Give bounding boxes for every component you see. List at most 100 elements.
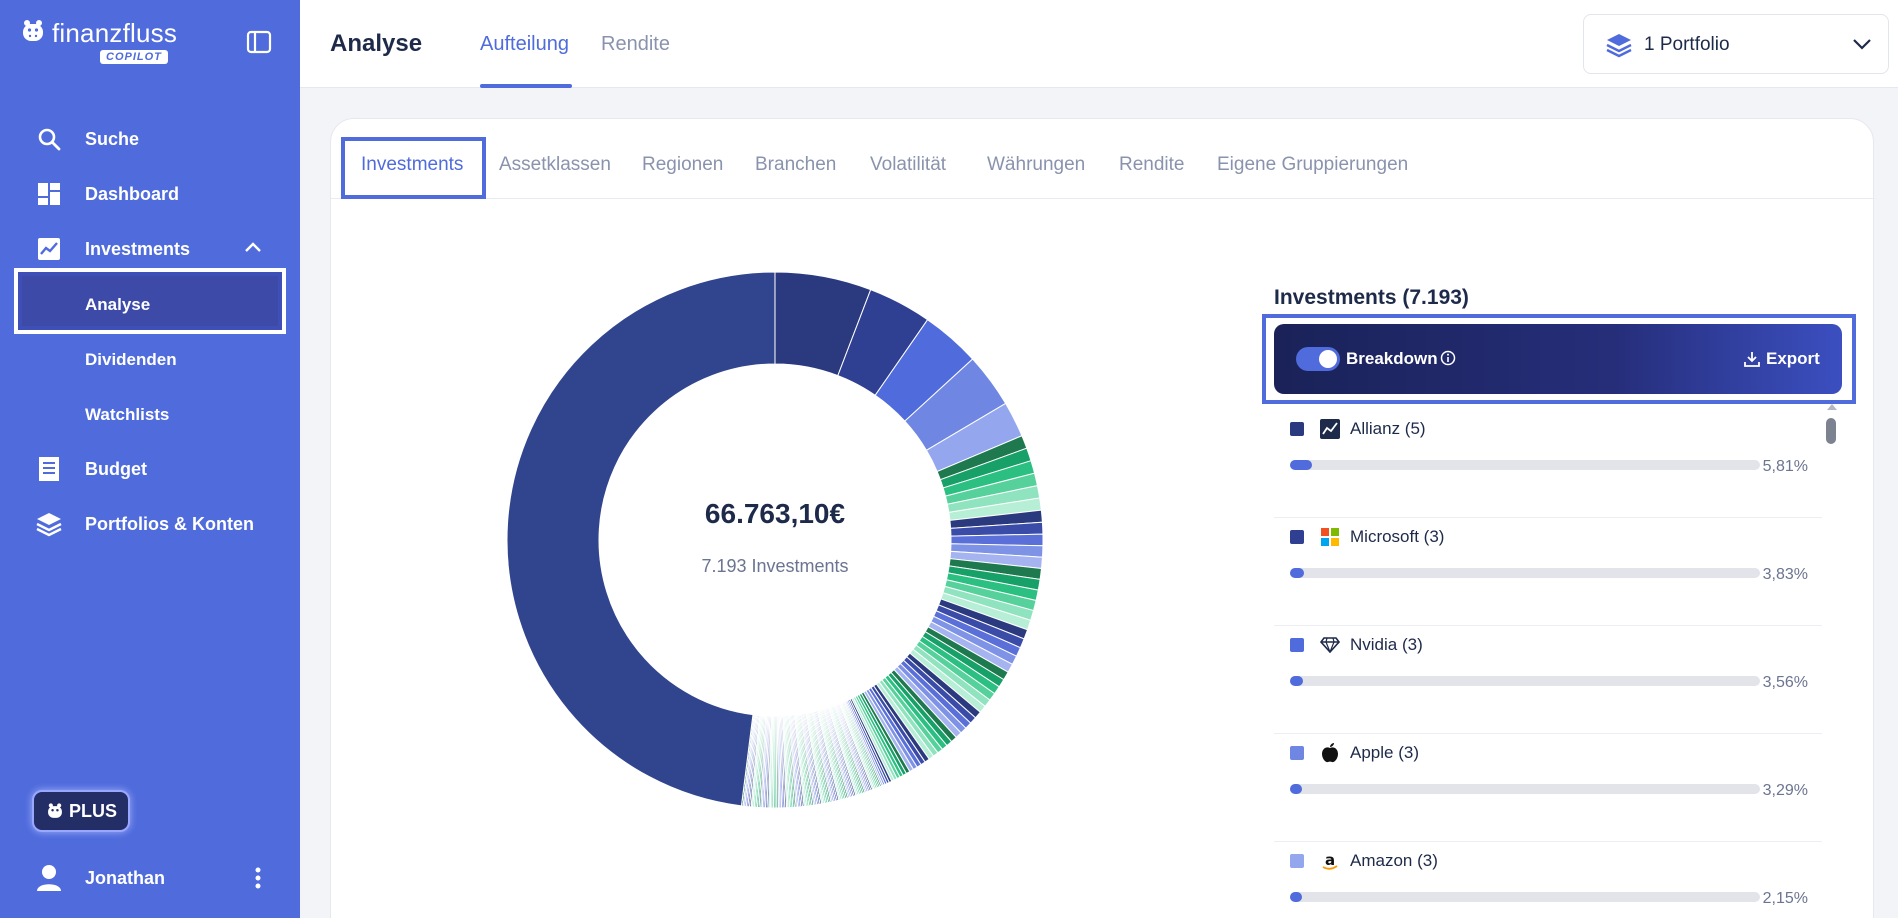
item-name: Amazon (3): [1350, 851, 1438, 870]
progress-fill: [1290, 676, 1304, 686]
list-item[interactable]: Apple (3) 3,29%: [1274, 734, 1822, 842]
info-icon[interactable]: [1440, 350, 1456, 366]
download-icon: [1744, 352, 1760, 367]
microsoft-logo-icon: [1320, 527, 1340, 547]
sidebar-item-portfolios-konten[interactable]: Portfolios & Konten: [0, 500, 300, 548]
chevron-down-icon: [1853, 39, 1871, 50]
scroll-up-arrow-icon[interactable]: [1826, 402, 1838, 412]
user-avatar-icon: [37, 865, 61, 891]
scrollbar-thumb[interactable]: [1826, 418, 1836, 444]
sidebar-subitem-watchlists[interactable]: Watchlists: [85, 405, 169, 425]
donut-total-value: 66.763,10€: [704, 498, 846, 529]
item-percent: 3,83%: [1762, 566, 1808, 583]
list-item[interactable]: Nvidia (3) 3,56%: [1274, 626, 1822, 734]
donut-chart[interactable]: 66.763,10€ 7.193 Investments: [505, 270, 1045, 810]
subtabs: Investments Assetklassen Regionen Branch…: [331, 119, 1875, 199]
donut-slice-rest[interactable]: [506, 271, 776, 807]
subtab-eigene-gruppierungen[interactable]: Eigene Gruppierungen: [1217, 154, 1408, 176]
breakdown-label: Breakdown: [1346, 349, 1438, 368]
item-name: Microsoft (3): [1350, 527, 1445, 546]
list-item[interactable]: Microsoft (3) 3,83%: [1274, 518, 1822, 626]
investments-list-title: Investments (7.193): [1274, 286, 1469, 309]
sidebar-item-label: Portfolios & Konten: [85, 513, 254, 534]
portfolio-select-value: 1 Portfolio: [1644, 34, 1730, 55]
portfolio-select[interactable]: 1 Portfolio: [1583, 14, 1889, 74]
search-icon: [36, 126, 62, 152]
plus-label: PLUS: [68, 800, 117, 821]
diamond-icon: [1320, 635, 1340, 655]
item-name: Allianz (5): [1350, 419, 1426, 438]
tab-aufteilung[interactable]: Aufteilung: [480, 33, 569, 56]
sidebar-item-label: Dashboard: [85, 183, 180, 204]
sidebar-item-budget[interactable]: Budget: [0, 445, 300, 493]
chart-line-logo-icon: [1320, 419, 1340, 439]
sidebar-subitem-dividenden[interactable]: Dividenden: [85, 350, 177, 370]
item-percent: 2,15%: [1762, 890, 1808, 907]
sidebar-item-suche[interactable]: Suche: [0, 115, 300, 163]
progress-track: [1290, 784, 1760, 794]
investments-list: Allianz (5) 5,81% Microsoft (3) 3,83% Nv…: [1274, 410, 1822, 918]
progress-track: [1290, 892, 1760, 902]
progress-track: [1290, 568, 1760, 578]
color-swatch: [1290, 530, 1304, 544]
hippo-logo-icon: [23, 20, 43, 41]
apple-logo-icon: [1320, 743, 1340, 763]
item-percent: 3,56%: [1762, 674, 1808, 691]
user-name: Jonathan: [85, 867, 166, 888]
more-vertical-icon[interactable]: [254, 866, 262, 890]
sidebar-subitem-analyse-label[interactable]: Analyse: [85, 295, 150, 315]
svg-text:a: a: [1325, 851, 1335, 869]
progress-fill: [1290, 568, 1305, 578]
export-button[interactable]: Export: [1744, 349, 1820, 369]
color-swatch: [1290, 422, 1304, 436]
dashboard-icon: [36, 181, 62, 207]
sidebar-item-label: Budget: [85, 458, 147, 479]
layers-icon: [36, 511, 62, 537]
active-tab-indicator: [480, 84, 572, 88]
color-swatch: [1290, 638, 1304, 652]
amazon-logo-icon: a: [1320, 851, 1340, 871]
tab-rendite[interactable]: Rendite: [601, 33, 670, 56]
item-name: Nvidia (3): [1350, 635, 1423, 654]
sidebar-item-label: Suche: [85, 128, 140, 149]
breakdown-toggle[interactable]: [1296, 347, 1340, 371]
receipt-icon: [36, 456, 62, 482]
subtab-rendite[interactable]: Rendite: [1119, 154, 1185, 176]
list-item[interactable]: a Amazon (3) 2,15%: [1274, 842, 1822, 918]
layers-icon: [1606, 34, 1632, 58]
copilot-badge: COPILOT: [100, 50, 168, 64]
export-label: Export: [1766, 349, 1820, 368]
donut-svg: [506, 271, 1044, 809]
donut-subtitle: 7.193 Investments: [701, 556, 849, 576]
breakdown-bar: Breakdown Export: [1274, 324, 1842, 394]
subtab-regionen[interactable]: Regionen: [642, 154, 723, 176]
subtab-branchen[interactable]: Branchen: [755, 154, 836, 176]
sidebar-item-label: Investments: [85, 238, 191, 259]
hippo-icon: [48, 803, 62, 818]
subtab-assetklassen[interactable]: Assetklassen: [499, 154, 611, 176]
page-title: Analyse: [330, 30, 423, 57]
progress-track: [1290, 460, 1760, 470]
color-swatch: [1290, 854, 1304, 868]
topbar: Analyse Aufteilung Rendite 1 Portfolio: [300, 0, 1898, 88]
list-item[interactable]: Allianz (5) 5,81%: [1274, 410, 1822, 518]
toggle-knob: [1319, 350, 1337, 368]
progress-fill: [1290, 460, 1312, 470]
chevron-up-icon[interactable]: [244, 241, 262, 253]
app-logo[interactable]: finanzfluss: [20, 18, 177, 49]
subtab-investments[interactable]: Investments: [361, 154, 463, 176]
subtab-waehrungen[interactable]: Währungen: [987, 154, 1085, 176]
sidebar-toggle-icon[interactable]: [246, 30, 272, 54]
sidebar-item-dashboard[interactable]: Dashboard: [0, 170, 300, 218]
logo-text: finanzfluss: [52, 18, 178, 48]
chart-line-icon: [36, 236, 62, 262]
user-menu[interactable]: Jonathan: [36, 860, 276, 896]
progress-track: [1290, 676, 1760, 686]
color-swatch: [1290, 746, 1304, 760]
progress-fill: [1290, 784, 1303, 794]
plus-badge[interactable]: PLUS: [32, 790, 130, 832]
subtab-volatilitaet[interactable]: Volatilität: [870, 154, 946, 176]
progress-fill: [1290, 892, 1302, 902]
item-percent: 3,29%: [1762, 782, 1808, 799]
sidebar: finanzfluss COPILOT Suche Dashboard Inve…: [0, 0, 300, 918]
